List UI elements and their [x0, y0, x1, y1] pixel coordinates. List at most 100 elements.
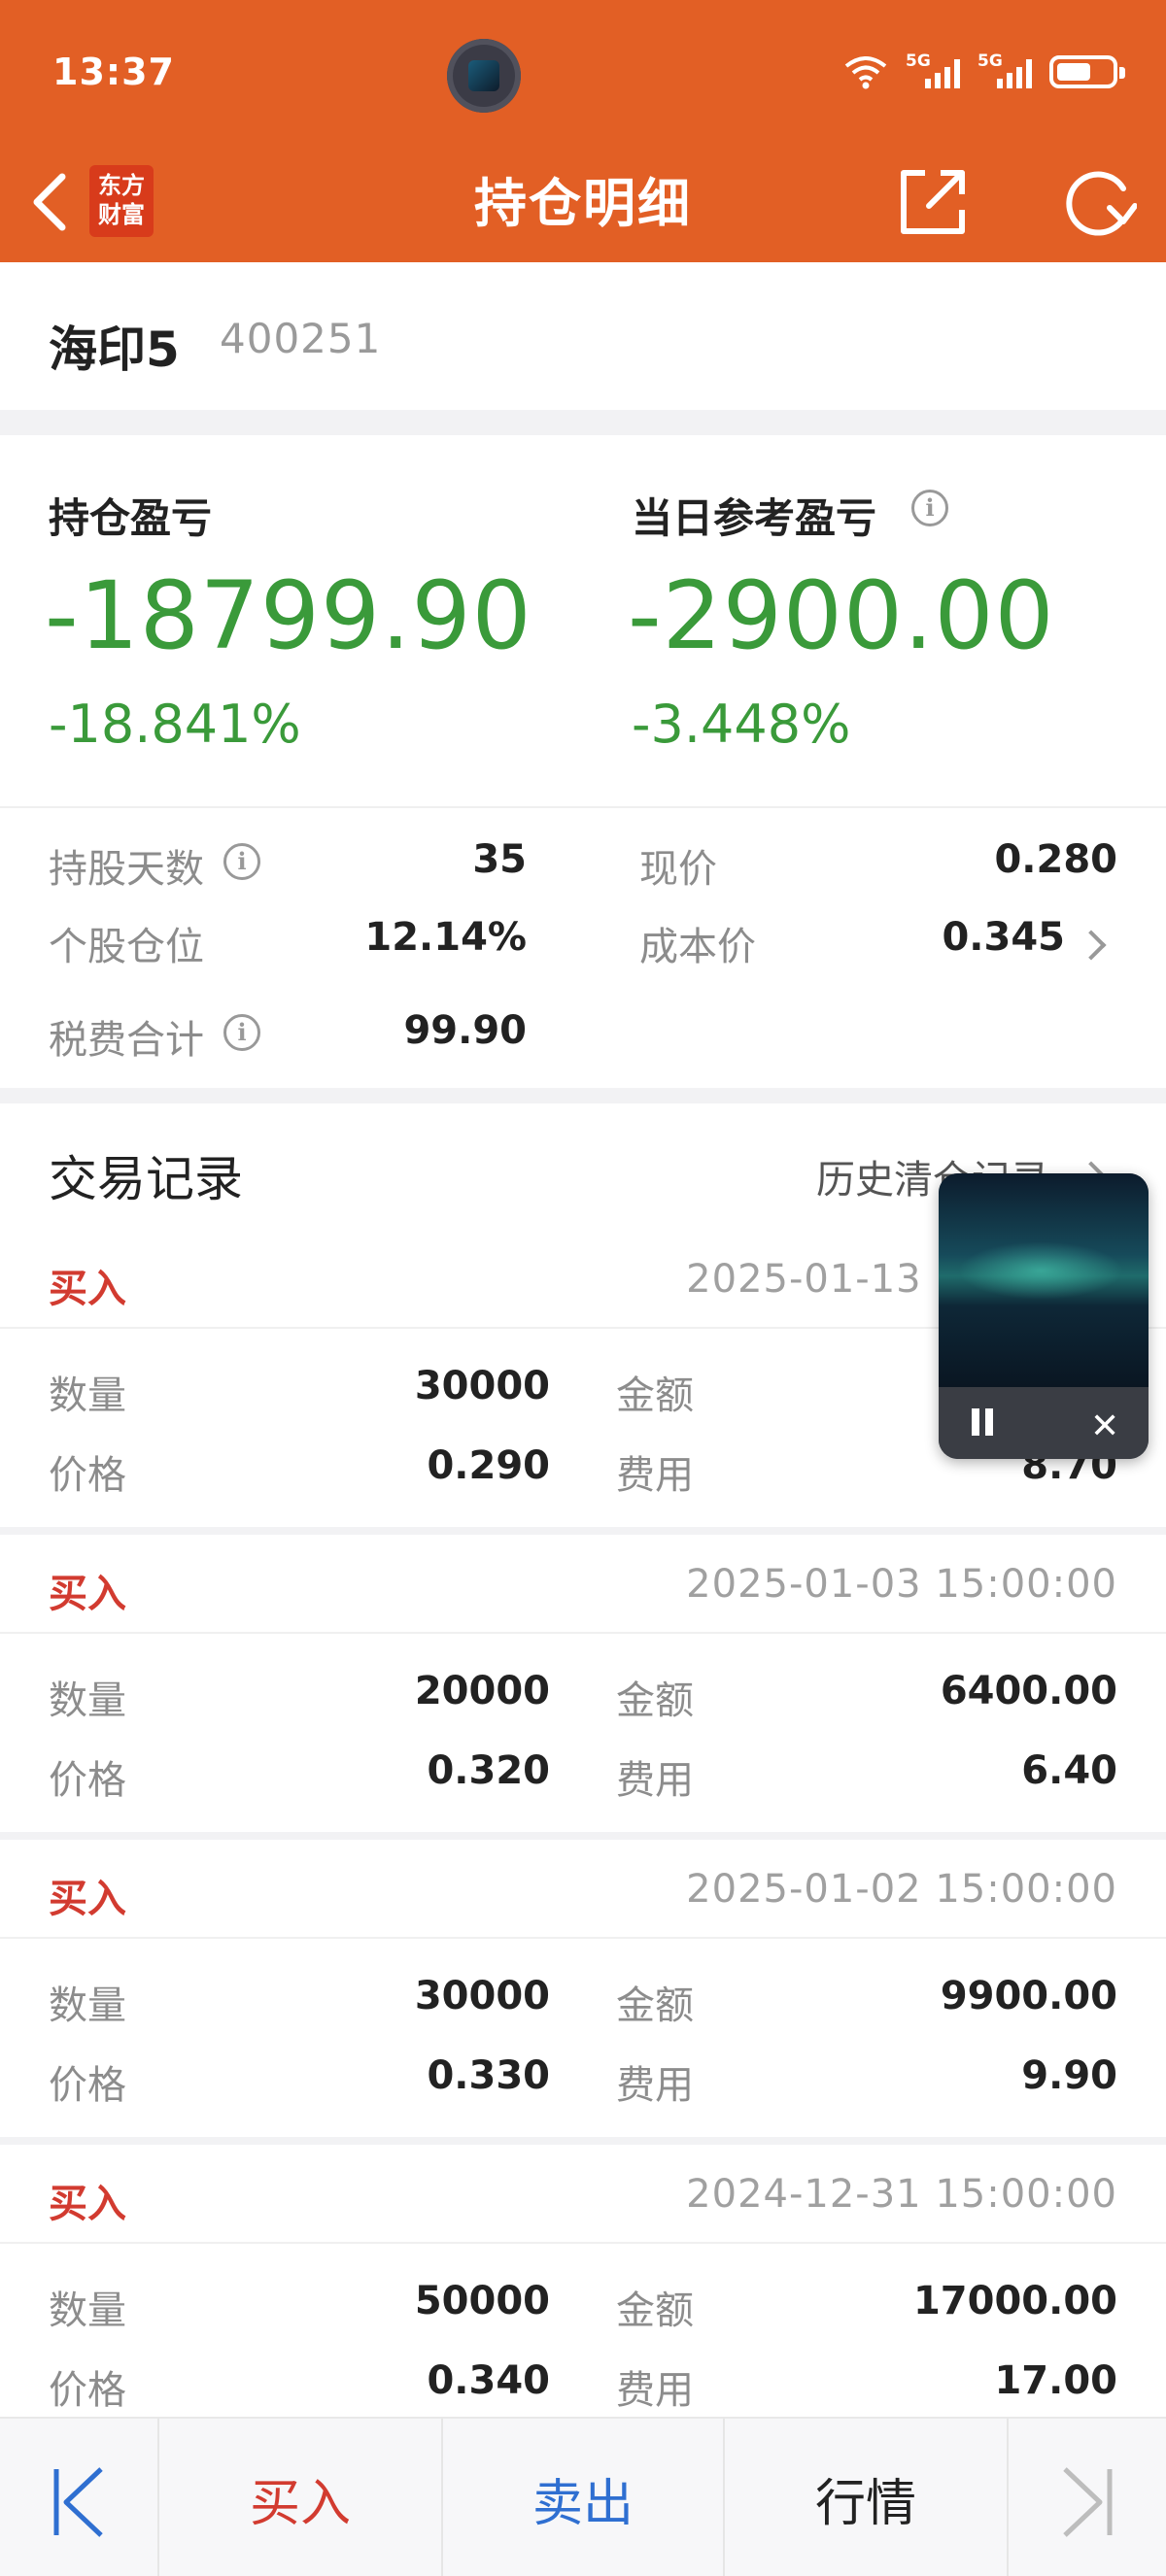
floating-video-player[interactable]: ✕ — [939, 1173, 1149, 1459]
trade-time: 2025-01-02 15:00:00 — [686, 1867, 1117, 1912]
fees-value: 99.90 — [403, 1008, 527, 1053]
first-page-icon — [53, 2467, 103, 2537]
chevron-right-icon[interactable] — [1076, 930, 1107, 961]
bottom-action-bar: 买入 卖出 行情 — [0, 2417, 1166, 2576]
pause-icon[interactable] — [968, 1408, 997, 1438]
wifi-icon — [844, 56, 887, 89]
quote-button-label: 行情 — [814, 2474, 916, 2533]
trade-time: 2024-12-31 15:00:00 — [686, 2172, 1117, 2217]
info-icon[interactable]: i — [223, 1014, 260, 1051]
refresh-icon[interactable] — [1055, 163, 1137, 241]
fee-value: 17.00 — [994, 2358, 1117, 2403]
amount-label: 金额 — [616, 1983, 694, 2028]
buy-button[interactable]: 买入 — [159, 2419, 441, 2576]
fee-value: 9.90 — [1021, 2053, 1117, 2098]
qty-label: 数量 — [49, 1983, 126, 2028]
brand-line-2: 财富 — [98, 201, 145, 228]
amount-value: 6400.00 — [940, 1669, 1117, 1713]
info-icon[interactable]: i — [911, 490, 948, 526]
stock-code: 400251 — [220, 315, 382, 362]
fee-label: 费用 — [616, 2368, 694, 2413]
buy-button-label: 买入 — [249, 2474, 351, 2533]
close-icon[interactable]: ✕ — [1090, 1407, 1119, 1446]
trade-record[interactable]: 买入 2025-01-02 15:00:00 数量 30000 金额 9900.… — [0, 1840, 1166, 2137]
signal-1-icon: 5G — [906, 51, 960, 88]
status-icons: 5G 5G — [843, 51, 1125, 93]
position-pnl-value: -18799.90 — [45, 561, 532, 670]
stock-name: 海印5 — [49, 322, 180, 378]
trade-record[interactable]: 买入 2024-12-31 15:00:00 数量 50000 金额 17000… — [0, 2145, 1166, 2417]
status-bar: 13:37 5G 5G — [0, 0, 1166, 146]
first-page-button[interactable] — [0, 2419, 157, 2576]
price-value: 0.330 — [427, 2053, 550, 2098]
trades-title: 交易记录 — [49, 1151, 243, 1207]
section-gap — [0, 1527, 1166, 1535]
price-label: 价格 — [49, 2368, 126, 2413]
brand-line-1: 东方 — [98, 172, 145, 199]
amount-label: 金额 — [616, 2288, 694, 2333]
price-label: 价格 — [49, 1453, 126, 1498]
battery-icon — [1049, 55, 1125, 88]
trade-side: 买入 — [49, 1267, 126, 1311]
daily-pnl-label: 当日参考盈亏 — [632, 494, 877, 542]
qty-value: 20000 — [414, 1669, 550, 1713]
divider — [0, 1937, 1166, 1939]
page-title: 持仓明细 — [474, 173, 692, 234]
position-ratio-value: 12.14% — [364, 915, 527, 960]
position-pnl-pct: -18.841% — [49, 694, 301, 755]
hold-days-value: 35 — [472, 837, 527, 882]
daily-pnl-value: -2900.00 — [628, 561, 1055, 670]
share-icon[interactable] — [896, 165, 970, 239]
section-gap — [0, 1088, 1166, 1103]
camera-notch — [447, 39, 521, 113]
fee-label: 费用 — [616, 1758, 694, 1803]
trade-side: 买入 — [49, 1877, 126, 1921]
price-value: 0.290 — [427, 1443, 550, 1488]
trade-time: 2025-01-03 15:00:00 — [686, 1562, 1117, 1607]
price-label: 价格 — [49, 2063, 126, 2108]
qty-value: 50000 — [414, 2279, 550, 2323]
quote-button[interactable]: 行情 — [725, 2419, 1007, 2576]
hold-days-label: 持股天数 — [49, 847, 204, 892]
fee-label: 费用 — [616, 2063, 694, 2108]
brand-logo[interactable]: 东方 财富 — [89, 165, 154, 237]
video-controls: ✕ — [939, 1387, 1149, 1459]
divider — [0, 806, 1166, 808]
qty-value: 30000 — [414, 1364, 550, 1408]
qty-value: 30000 — [414, 1974, 550, 2018]
sell-button-label: 卖出 — [532, 2474, 634, 2533]
cost-price-label[interactable]: 成本价 — [639, 915, 756, 971]
qty-label: 数量 — [49, 2288, 126, 2333]
signal-2-icon: 5G — [977, 51, 1032, 88]
sell-button[interactable]: 卖出 — [443, 2419, 723, 2576]
price-value: 0.340 — [427, 2358, 550, 2403]
amount-label: 金额 — [616, 1678, 694, 1723]
back-arrow-icon[interactable] — [25, 163, 84, 241]
price-value: 0.320 — [427, 1748, 550, 1793]
trade-side: 买入 — [49, 1572, 126, 1616]
position-pnl-label: 持仓盈亏 — [49, 494, 213, 542]
video-scene-aurora — [958, 1241, 1123, 1300]
qty-label: 数量 — [49, 1373, 126, 1418]
fees-label: 税费合计 — [49, 1018, 204, 1063]
last-page-button[interactable] — [1009, 2419, 1166, 2576]
divider — [0, 1632, 1166, 1634]
stock-header: 海印5 400251 — [0, 262, 1166, 410]
status-time: 13:37 — [52, 51, 175, 93]
cost-price-value[interactable]: 0.345 — [855, 915, 1065, 960]
section-gap — [0, 1832, 1166, 1840]
info-icon[interactable]: i — [223, 843, 260, 880]
daily-pnl-pct: -3.448% — [632, 694, 851, 755]
section-gap — [0, 2137, 1166, 2145]
nav-bar: 东方 财富 持仓明细 — [0, 146, 1166, 262]
amount-value: 17000.00 — [912, 2279, 1117, 2323]
app-header: 13:37 5G 5G 东方 财富 持仓明细 — [0, 0, 1166, 262]
qty-label: 数量 — [49, 1678, 126, 1723]
position-ratio-label: 个股仓位 — [49, 925, 204, 969]
video-thumbnail — [939, 1173, 1149, 1387]
last-page-icon — [1063, 2467, 1113, 2537]
amount-value: 9900.00 — [940, 1974, 1117, 2018]
divider — [0, 2242, 1166, 2244]
trade-record[interactable]: 买入 2025-01-03 15:00:00 数量 20000 金额 6400.… — [0, 1535, 1166, 1832]
price-label: 价格 — [49, 1758, 126, 1803]
